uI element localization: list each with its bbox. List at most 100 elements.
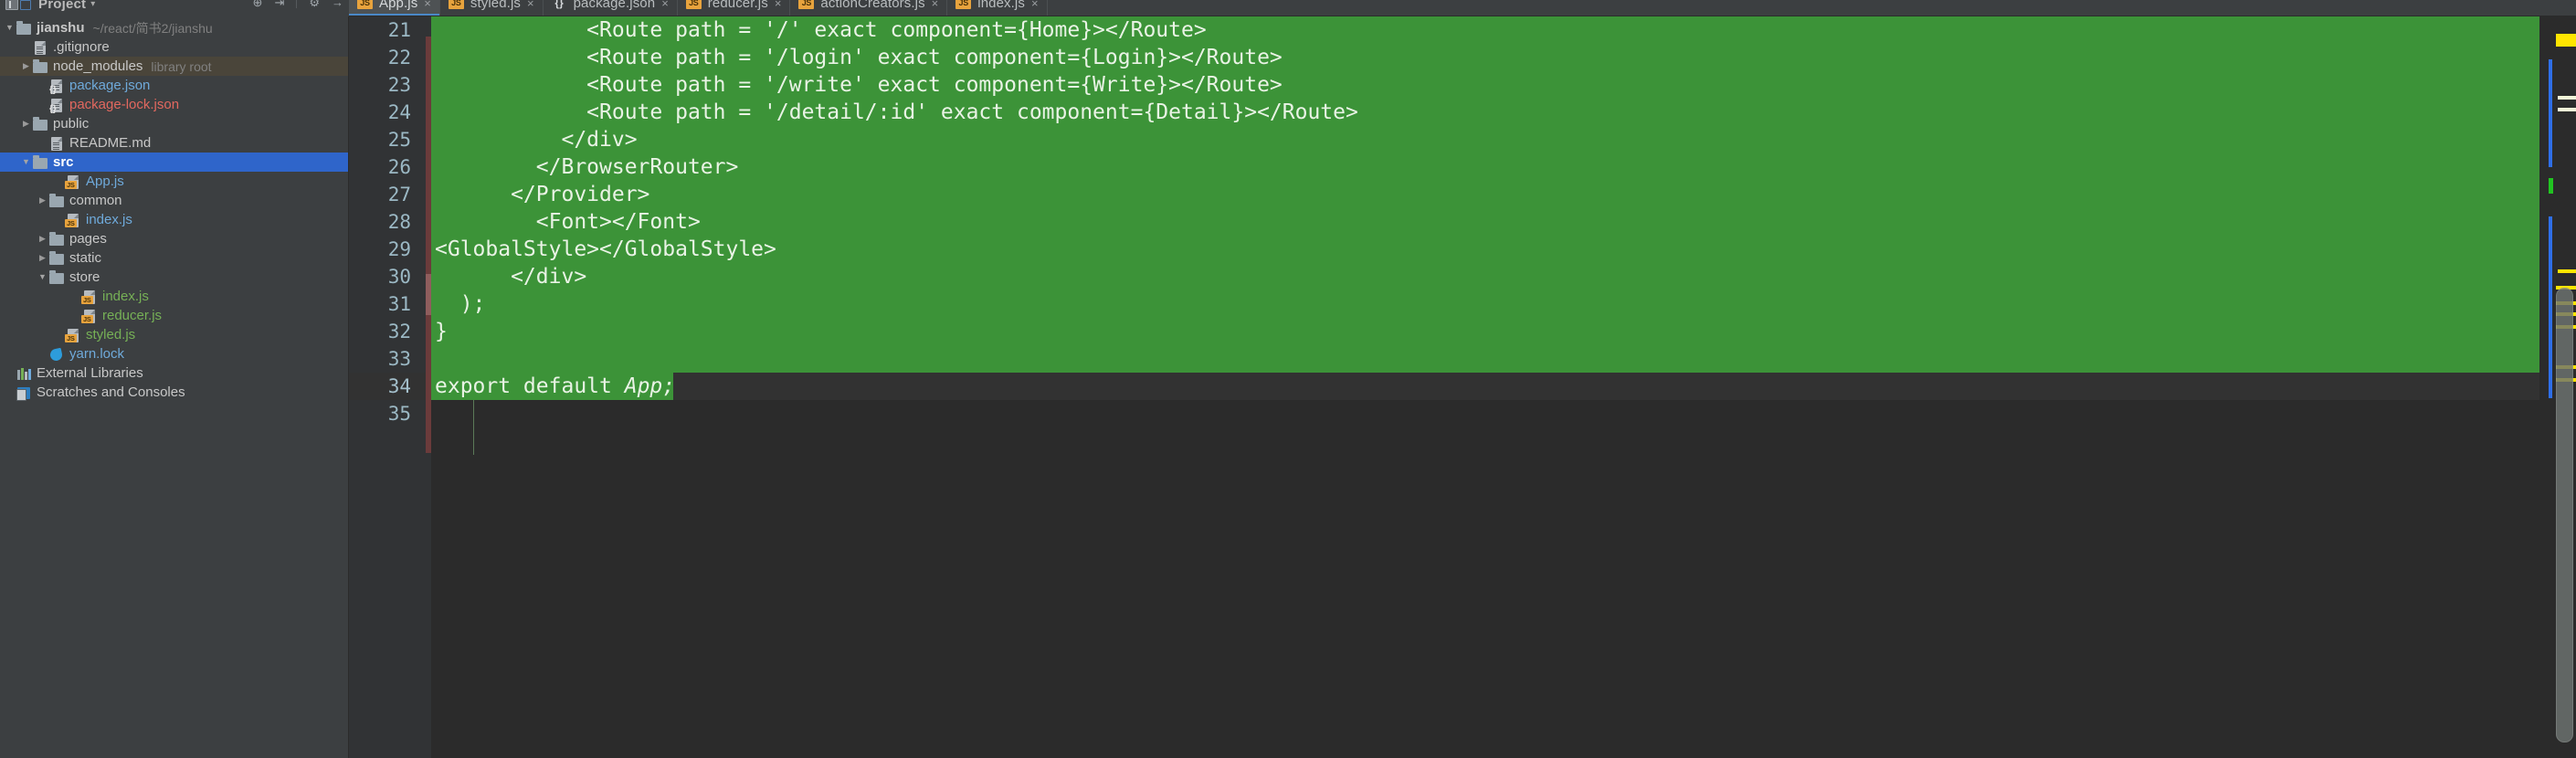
hide-icon[interactable]: → <box>332 0 343 8</box>
json-file-icon: {} <box>554 0 564 9</box>
warning-mark[interactable] <box>2556 34 2576 47</box>
code-line[interactable]: export default App; <box>431 373 2539 400</box>
code-line[interactable]: <GlobalStyle></GlobalStyle> <box>431 236 2539 263</box>
project-tool-window-title: Project <box>38 0 87 12</box>
code-editor[interactable]: 21 22 23 24 25 26 27 28 29 30 31 32 33 34 35 <Route pa… <box>349 16 2576 758</box>
tree-item-label: reducer.js <box>102 308 163 323</box>
line-number: 31 <box>387 293 411 315</box>
tree-item-index-js[interactable]: JS index.js <box>0 210 348 229</box>
chevron-right-icon[interactable]: ▶ <box>37 196 48 205</box>
changed-mark[interactable] <box>2558 96 2576 100</box>
tree-item-label: public <box>53 116 90 132</box>
editor-gutter[interactable]: 21 22 23 24 25 26 27 28 29 30 31 32 33 34 35 <box>349 16 431 758</box>
selection-highlight <box>431 345 2539 373</box>
chevron-right-icon[interactable]: ▶ <box>37 235 48 243</box>
code-line[interactable]: <Font></Font> <box>431 208 2539 236</box>
tree-item-external-libraries[interactable]: External Libraries <box>0 363 348 383</box>
code-line[interactable]: <Route path = '/login' exact component={… <box>431 44 2539 71</box>
tree-item-store[interactable]: ▼ store <box>0 268 348 287</box>
tree-item-src[interactable]: ▼ src <box>0 153 348 172</box>
chevron-right-icon[interactable]: ▶ <box>20 120 32 128</box>
folder-icon <box>48 232 65 247</box>
close-icon[interactable]: × <box>527 0 534 10</box>
tree-item-node-modules[interactable]: ▶ node_modules library root <box>0 57 348 76</box>
tree-item-pages[interactable]: ▶ pages <box>0 229 348 248</box>
selection-mark[interactable] <box>2549 216 2552 398</box>
tree-item-scratches-and-consoles[interactable]: Scratches and Consoles <box>0 383 348 402</box>
tree-item-package-lock-json[interactable]: {} package-lock.json <box>0 95 348 114</box>
code-line[interactable]: <Route path = '/' exact component={Home}… <box>431 16 2539 44</box>
tree-item-common[interactable]: ▶ common <box>0 191 348 210</box>
editor-tab-App-js[interactable]: JS App.js × <box>349 0 440 16</box>
project-tree: ▼ jianshu ~/react/简书2/jianshu .gitignore ▶ no… <box>0 16 348 402</box>
tree-item-reducer-js[interactable]: JS reducer.js <box>0 306 348 325</box>
tree-item-label: External Libraries <box>37 365 143 381</box>
tree-item-yarn-lock[interactable]: yarn.lock <box>0 344 348 363</box>
close-icon[interactable]: × <box>661 0 669 10</box>
tree-item-static[interactable]: ▶ static <box>0 248 348 268</box>
changed-mark[interactable] <box>2558 108 2576 111</box>
selection-mark[interactable] <box>2549 59 2552 167</box>
code-line[interactable]: </Provider> <box>431 181 2539 208</box>
selection-highlight <box>431 181 2539 208</box>
tree-item-index-js[interactable]: JS index.js <box>0 287 348 306</box>
close-icon[interactable]: × <box>932 0 939 10</box>
code-line[interactable]: </div> <box>431 126 2539 153</box>
tree-item-secondary-label: ~/react/简书2/jianshu <box>92 20 213 36</box>
editor-tab-package-json[interactable]: {} package.json × <box>544 0 678 16</box>
top-strip: Project ▾ ⊕ ⇥ ⚙ → JS App.js × JS styled.js ×{… <box>0 0 2576 16</box>
code-line[interactable] <box>431 400 2539 427</box>
editor-tab-styled-js[interactable]: JS styled.js × <box>440 0 544 16</box>
code-identifier-italic: App; <box>624 374 676 398</box>
chevron-right-icon[interactable]: ▶ <box>20 62 32 70</box>
code-line-text: </div> <box>435 128 638 152</box>
tree-item-readme-md[interactable]: README.md <box>0 133 348 153</box>
tree-item-app-js[interactable]: JS App.js <box>0 172 348 191</box>
ide-body: ▼ jianshu ~/react/简书2/jianshu .gitignore ▶ no… <box>0 16 2576 758</box>
editor-tab-actionCreators-js[interactable]: JS actionCreators.js × <box>790 0 948 16</box>
chevron-down-icon[interactable]: ▼ <box>20 158 32 166</box>
tree-item-jianshu[interactable]: ▼ jianshu ~/react/简书2/jianshu <box>0 18 348 37</box>
ok-mark[interactable] <box>2549 178 2553 194</box>
close-icon[interactable]: × <box>1031 0 1039 10</box>
chevron-down-icon[interactable]: ▼ <box>37 273 48 281</box>
line-number: 21 <box>387 19 411 41</box>
code-line-text: ); <box>435 292 486 316</box>
tree-item-label: index.js <box>102 289 149 304</box>
code-text-area[interactable]: <Route path = '/' exact component={Home}… <box>431 16 2539 758</box>
project-tool-window-header: Project ▾ ⊕ ⇥ ⚙ → <box>0 0 349 16</box>
tree-item-label: index.js <box>86 212 132 227</box>
error-stripe-gutter[interactable] <box>2539 16 2576 758</box>
code-line[interactable]: </BrowserRouter> <box>431 153 2539 181</box>
line-number: 33 <box>387 348 411 370</box>
close-icon[interactable]: × <box>775 0 782 10</box>
chevron-right-icon[interactable]: ▶ <box>37 254 48 262</box>
editor-tab-reducer-js[interactable]: JS reducer.js × <box>678 0 791 16</box>
close-icon[interactable]: × <box>424 0 431 10</box>
line-number: 30 <box>387 266 411 288</box>
project-panel-icon <box>5 0 18 10</box>
code-line[interactable]: <Route path = '/write' exact component={… <box>431 71 2539 99</box>
code-line[interactable] <box>431 345 2539 373</box>
code-line[interactable]: <Route path = '/detail/:id' exact compon… <box>431 99 2539 126</box>
warning-mark[interactable] <box>2558 269 2576 273</box>
collapse-all-icon[interactable]: ⇥ <box>274 0 284 8</box>
code-line[interactable]: ); <box>431 290 2539 318</box>
gear-icon[interactable]: ⚙ <box>309 0 320 8</box>
tree-item-styled-js[interactable]: JS styled.js <box>0 325 348 344</box>
project-tree-panel[interactable]: ▼ jianshu ~/react/简书2/jianshu .gitignore ▶ no… <box>0 16 349 758</box>
vertical-scrollbar-thumb[interactable] <box>2556 288 2573 742</box>
locate-icon[interactable]: ⊕ <box>253 0 263 8</box>
tree-item-secondary-label: library root <box>151 58 212 74</box>
tree-item--gitignore[interactable]: .gitignore <box>0 37 348 57</box>
code-line-text: <Route path = '/detail/:id' exact compon… <box>435 100 1358 124</box>
editor-tab-index-js[interactable]: JS index.js × <box>947 0 1048 16</box>
chevron-down-icon[interactable]: ▼ <box>4 24 16 32</box>
code-line[interactable]: </div> <box>431 263 2539 290</box>
code-line[interactable]: } <box>431 318 2539 345</box>
project-tool-window-title-group[interactable]: Project ▾ <box>5 0 95 16</box>
chevron-down-icon[interactable]: ▾ <box>90 0 95 9</box>
tree-item-package-json[interactable]: {} package.json <box>0 76 348 95</box>
tree-item-public[interactable]: ▶ public <box>0 114 348 133</box>
